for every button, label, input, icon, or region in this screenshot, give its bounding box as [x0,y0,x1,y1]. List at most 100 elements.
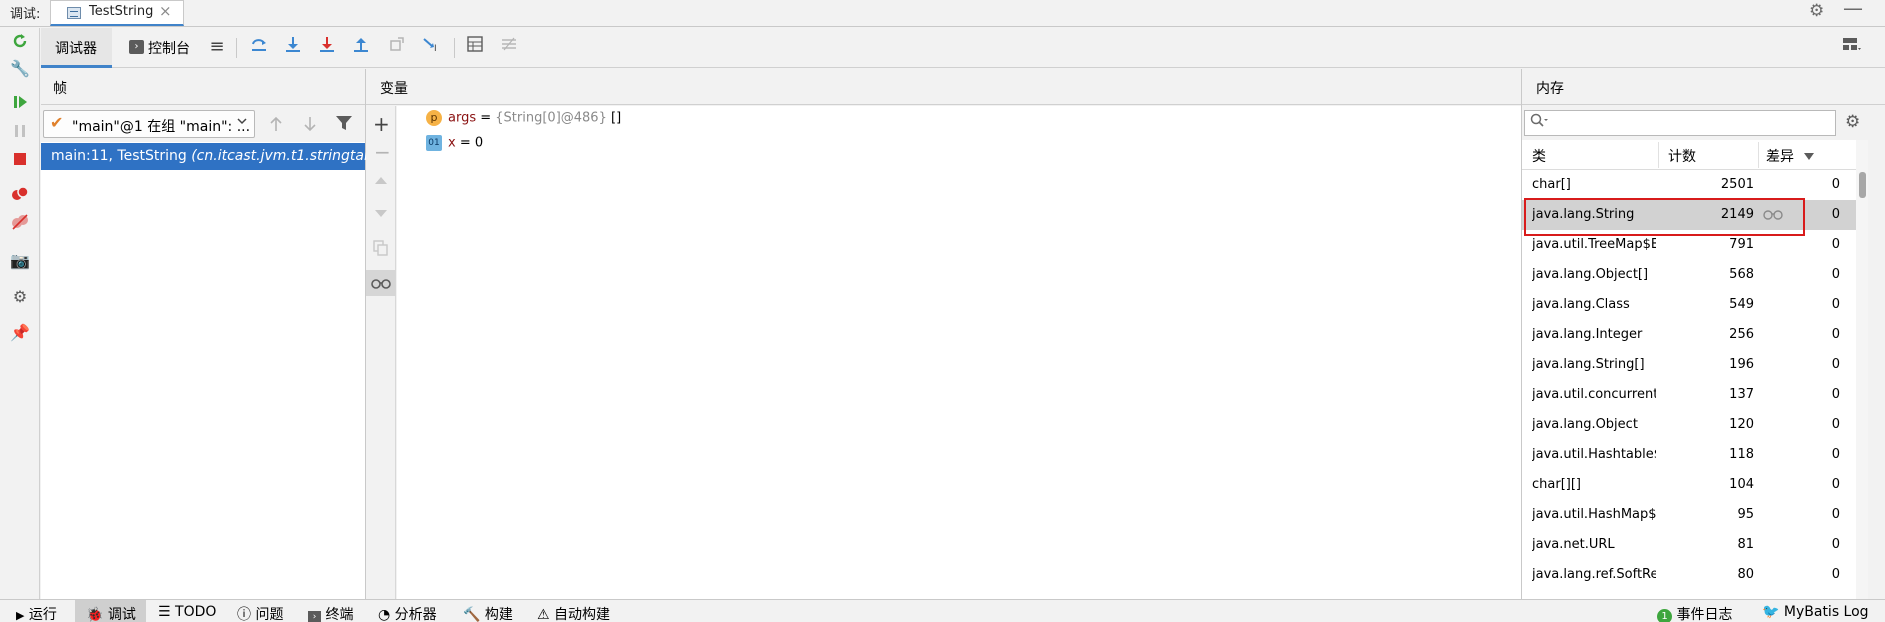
tool-window-run[interactable]: ▶ 运行 [16,604,57,622]
memory-diff: 0 [1831,567,1840,582]
tool-window-build[interactable]: 🔨 构建 [463,604,513,622]
memory-table-row[interactable]: java.lang.Object[] 568 0 [1522,260,1856,290]
move-up-icon[interactable] [373,174,389,190]
pause-icon[interactable] [9,122,31,144]
watches-toggle[interactable] [366,270,396,296]
variables-side-toolbar: + − [366,106,396,599]
run-to-cursor-icon[interactable]: I [420,36,442,58]
frame-row-selected[interactable]: main:11, TestString (cn.itcast.jvm.t1.st… [41,143,391,170]
pin-icon[interactable]: 📌 [9,322,31,344]
variable-operator: = [455,135,475,151]
memory-table-row[interactable]: java.util.Hashtable$E 118 0 [1522,440,1856,470]
drop-frame-icon[interactable] [386,36,408,58]
memory-instance-count: 120 [1729,417,1754,432]
step-into-icon[interactable] [282,36,304,58]
step-out-icon[interactable] [350,36,372,58]
variables-panel-title: 变量 [380,81,408,97]
memory-table-row[interactable]: char[] 2501 0 [1522,170,1856,200]
memory-scrollbar[interactable] [1856,140,1868,599]
memory-instance-count: 118 [1729,447,1754,462]
hammer-icon: 🔨 [463,607,481,622]
memory-class-name: java.lang.Integer [1532,327,1643,342]
mute-breakpoints-icon[interactable] [9,214,31,236]
column-header-diff[interactable]: 差异 [1766,146,1794,166]
memory-table-row[interactable]: java.lang.Integer 256 0 [1522,320,1856,350]
evaluate-expression-icon[interactable] [464,36,486,58]
tool-window-debug[interactable]: 🐞 调试 [86,604,136,622]
add-watch-icon[interactable]: + [373,112,390,136]
play-icon: ▶ [16,609,25,622]
rerun-icon[interactable] [9,32,31,54]
memory-table-row[interactable]: char[][] 104 0 [1522,470,1856,500]
close-icon[interactable]: × [159,2,172,20]
toolbar-divider [236,38,237,58]
memory-table-row[interactable]: java.lang.String[] 196 0 [1522,350,1856,380]
memory-class-name: java.lang.Class [1532,297,1630,312]
memory-table-row[interactable]: java.lang.Object 120 0 [1522,410,1856,440]
layout-settings-icon[interactable] [1841,36,1863,58]
settings-icon[interactable]: ⚙ [9,286,31,308]
tool-window-auto-build[interactable]: ⚠ 自动构建 [537,604,610,622]
tool-window-problems[interactable]: ⓘ 问题 [237,604,283,622]
primitive-icon: 01 [426,135,442,151]
tool-window-todo[interactable]: ☰ TODO [158,604,216,620]
memory-instance-count: 2501 [1720,177,1754,192]
parameter-icon: p [426,110,442,126]
tool-window-terminal[interactable]: › 终端 [308,604,353,622]
memory-diff: 0 [1831,267,1840,282]
stop-icon[interactable] [9,150,31,172]
check-icon: ✔ [50,113,64,132]
memory-settings-icon[interactable]: ⚙ [1845,112,1860,132]
arrow-down-icon[interactable] [300,114,320,138]
sort-desc-icon[interactable] [1804,150,1814,165]
tool-window-profiler[interactable]: ◔ 分析器 [378,604,437,622]
column-header-count[interactable]: 计数 [1668,146,1696,166]
tool-window-mybatis-log[interactable]: 🐦 MyBatis Log [1762,604,1869,620]
memory-table-row[interactable]: java.net.URL 81 0 [1522,530,1856,560]
tab-console[interactable]: › 控制台 [123,28,199,68]
memory-search-input[interactable] [1524,110,1836,136]
column-divider[interactable] [1658,142,1659,168]
memory-table-row[interactable]: java.util.HashMap$N 95 0 [1522,500,1856,530]
session-tab-teststring[interactable]: TestString × [50,0,184,26]
move-down-icon[interactable] [373,208,389,224]
variable-row-args[interactable]: p args = {String[0]@486} [] [426,110,621,126]
force-step-into-icon[interactable] [316,36,338,58]
column-divider[interactable] [1758,142,1759,168]
tool-window-event-log[interactable]: 1 事件日志 [1657,604,1732,622]
memory-table-row[interactable]: java.lang.Class 549 0 [1522,290,1856,320]
memory-class-name: java.util.Hashtable$E [1532,447,1656,462]
remove-watch-icon[interactable]: − [374,140,391,164]
arrow-up-icon[interactable] [266,114,286,138]
memory-instance-count: 256 [1729,327,1754,342]
minimize-icon[interactable]: — [1843,0,1863,20]
variable-value: {String[0]@486} [495,110,607,126]
frame-package: (cn.itcast.jvm.t1.stringtable) [191,148,391,164]
menu-lines-icon[interactable]: ≡ [206,36,228,58]
gear-icon[interactable]: ⚙ [1809,1,1824,21]
copy-icon[interactable] [373,240,389,260]
wrench-icon[interactable]: 🔧 [9,58,31,80]
frame-method: main:11, TestString [51,148,187,164]
tab-debugger[interactable]: 调试器 [41,28,112,68]
variable-row-x[interactable]: 01 x = 0 [426,135,483,151]
warning-icon: ⚠ [537,607,550,622]
step-over-icon[interactable] [248,36,270,58]
annotation-highlight-box [1524,198,1805,236]
memory-diff: 0 [1831,537,1840,552]
view-breakpoints-icon[interactable] [9,186,31,208]
memory-class-name: java.lang.Object[] [1532,267,1649,282]
frames-panel-title: 帧 [53,81,67,97]
memory-table-row[interactable]: java.util.concurrent.C 137 0 [1522,380,1856,410]
console-icon: › [129,40,144,54]
memory-scrollbar-thumb[interactable] [1859,172,1866,198]
trace-stream-icon[interactable] [498,36,520,58]
filter-icon[interactable] [335,114,353,136]
memory-instance-count: 196 [1729,357,1754,372]
thread-select[interactable]: ✔ "main"@1 在组 "main": ... [43,110,255,138]
tool-window-run-label: 运行 [28,607,57,622]
resume-icon[interactable] [9,94,31,116]
memory-table-row[interactable]: java.lang.ref.SoftRefe 80 0 [1522,560,1856,590]
column-header-class[interactable]: 类 [1532,146,1546,166]
camera-icon[interactable]: 📷 [9,250,31,272]
